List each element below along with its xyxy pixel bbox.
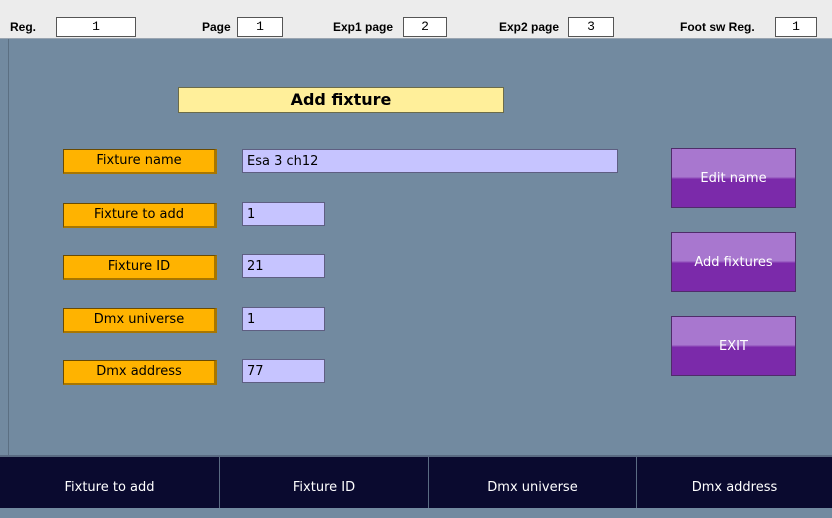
fixture-id-field[interactable]: 21 — [242, 254, 325, 278]
dmx-address-label-button[interactable]: Dmx address — [63, 360, 217, 385]
bottom-fixture-to-add-button[interactable]: Fixture to add — [0, 457, 220, 508]
exp1-page-label: Exp1 page — [333, 20, 394, 34]
add-fixtures-button[interactable]: Add fixtures — [671, 232, 796, 292]
foot-sw-reg-label: Foot sw Reg. — [680, 20, 755, 34]
dmx-address-field[interactable]: 77 — [242, 359, 325, 383]
bottom-function-bar: Fixture to add Fixture ID Dmx universe D… — [0, 455, 832, 508]
page-label: Page — [202, 20, 231, 34]
bottom-dmx-address-button[interactable]: Dmx address — [637, 457, 832, 508]
dmx-universe-field[interactable]: 1 — [242, 307, 325, 331]
dmx-universe-label-button[interactable]: Dmx universe — [63, 308, 217, 333]
exp2-page-value[interactable]: 3 — [568, 17, 614, 37]
fixture-to-add-label-button[interactable]: Fixture to add — [63, 203, 217, 228]
fixture-id-label-button[interactable]: Fixture ID — [63, 255, 217, 280]
fixture-name-field[interactable]: Esa 3 ch12 — [242, 149, 618, 173]
reg-value[interactable]: 1 — [56, 17, 136, 37]
status-bar: Reg. 1 Page 1 Exp1 page 2 Exp2 page 3 Fo… — [0, 0, 832, 39]
exp1-page-value[interactable]: 2 — [403, 17, 447, 37]
left-edge-divider — [0, 39, 9, 455]
edit-name-button[interactable]: Edit name — [671, 148, 796, 208]
fixture-name-label-button[interactable]: Fixture name — [63, 149, 217, 174]
bottom-fixture-id-button[interactable]: Fixture ID — [220, 457, 429, 508]
page-value[interactable]: 1 — [237, 17, 283, 37]
foot-sw-reg-value[interactable]: 1 — [775, 17, 817, 37]
bottom-dmx-universe-button[interactable]: Dmx universe — [429, 457, 637, 508]
fixture-to-add-field[interactable]: 1 — [242, 202, 325, 226]
page-title: Add fixture — [178, 87, 504, 113]
exp2-page-label: Exp2 page — [499, 20, 560, 34]
exit-button[interactable]: EXIT — [671, 316, 796, 376]
reg-label: Reg. — [10, 20, 37, 34]
